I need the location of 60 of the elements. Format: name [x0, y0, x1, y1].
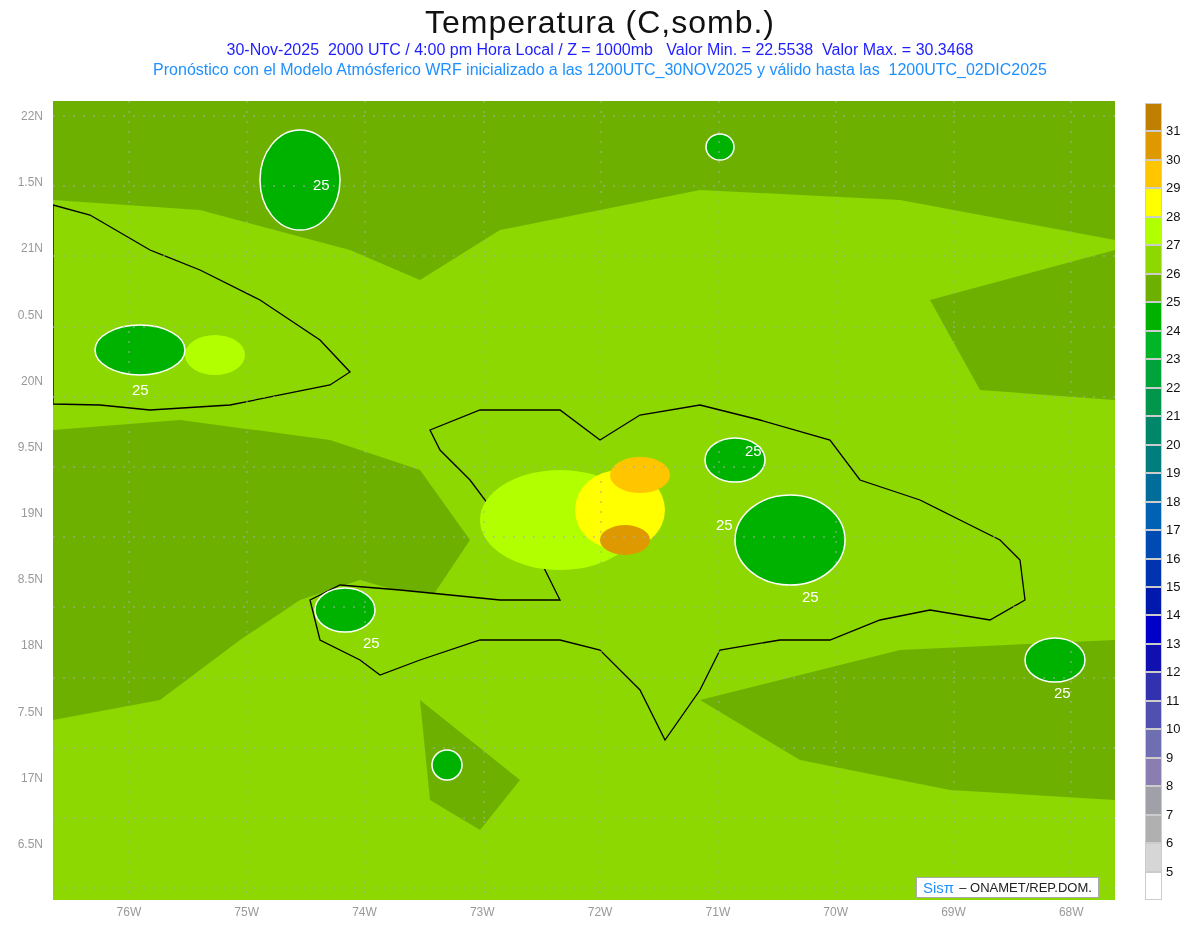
legend-label: 31	[1166, 124, 1181, 139]
legend-label: 30	[1166, 152, 1181, 167]
legend-label: 29	[1166, 181, 1181, 196]
latitude-label: 8.5N	[17, 571, 44, 589]
legend-label: 16	[1166, 551, 1181, 566]
longitude-label: 71W	[704, 904, 732, 921]
legend-label: 17	[1166, 523, 1181, 538]
legend-label: 19	[1166, 466, 1181, 481]
legend-label: 21	[1166, 409, 1181, 424]
legend-label: 11	[1166, 693, 1180, 708]
legend-label: 24	[1166, 323, 1181, 338]
legend-label: 10	[1166, 722, 1181, 737]
longitude-label: 72W	[586, 904, 614, 921]
contour-label: 25	[1054, 684, 1071, 701]
latitude-label: 0.5N	[17, 306, 44, 324]
longitude-label: 73W	[468, 904, 496, 921]
legend-label: 14	[1166, 608, 1181, 623]
chart-description: Pronóstico con el Modelo Atmósferico WRF inicializado a las 1200UTC_30NOV2025 y válido hasta las 1200UTC_02DIC2025	[152, 60, 1048, 80]
legend-label: 9	[1166, 750, 1174, 765]
logo-text: Sisπ	[923, 879, 955, 896]
longitude-label: 74W	[351, 904, 378, 921]
legend-label: 22	[1166, 380, 1181, 395]
latitude-label: 18N	[21, 637, 44, 655]
latitude-label: 6.5N	[17, 835, 44, 853]
longitude-label: 69W	[940, 904, 967, 921]
latitude-label: 7.5N	[17, 703, 44, 721]
longitude-label: 76W	[115, 904, 143, 921]
contour-label: 25	[313, 176, 330, 193]
legend-label: 25	[1166, 295, 1181, 310]
contour-label: 25	[716, 516, 733, 533]
latitude-label: 9.5N	[17, 438, 44, 456]
contour-label: 25	[745, 442, 762, 459]
legend-label: 27	[1166, 238, 1181, 253]
chart-subtitle: 30-Nov-2025 2000 UTC / 4:00 pm Hora Local / Z = 1000mb Valor Min. = 22.5538 Valor Max. = 30.3468	[225, 40, 975, 60]
contour-label: 25	[802, 588, 819, 605]
latitude-label: 20N	[21, 372, 44, 390]
legend-label: 15	[1166, 579, 1181, 594]
legend-label: 26	[1166, 266, 1181, 281]
longitude-label: 68W	[1057, 904, 1085, 921]
legend-label: 7	[1166, 807, 1174, 822]
legend-label: 20	[1166, 437, 1181, 452]
latitude-label: 17N	[21, 769, 44, 787]
legend-label: 13	[1166, 636, 1181, 651]
legend-label: 18	[1166, 494, 1181, 509]
legend-label: 23	[1166, 352, 1181, 367]
legend-label: 28	[1166, 209, 1181, 224]
contour-label: 25	[363, 634, 380, 651]
latitude-label: 22N	[21, 108, 44, 125]
legend-label: 5	[1166, 864, 1174, 879]
legend-label: 8	[1166, 779, 1174, 794]
legend-label: 12	[1166, 665, 1181, 680]
legend-label: 6	[1166, 836, 1174, 851]
latitude-label: 21N	[21, 240, 44, 258]
longitude-label: 75W	[233, 904, 261, 921]
latitude-label: 1.5N	[17, 174, 44, 192]
latitude-label: 19N	[21, 505, 44, 523]
contour-label: 25	[132, 381, 149, 398]
credit-text: – ONAMET/REP.DOM.	[959, 880, 1092, 895]
longitude-label: 70W	[822, 904, 849, 921]
chart-title: Temperatura (C,somb.)	[424, 4, 776, 40]
